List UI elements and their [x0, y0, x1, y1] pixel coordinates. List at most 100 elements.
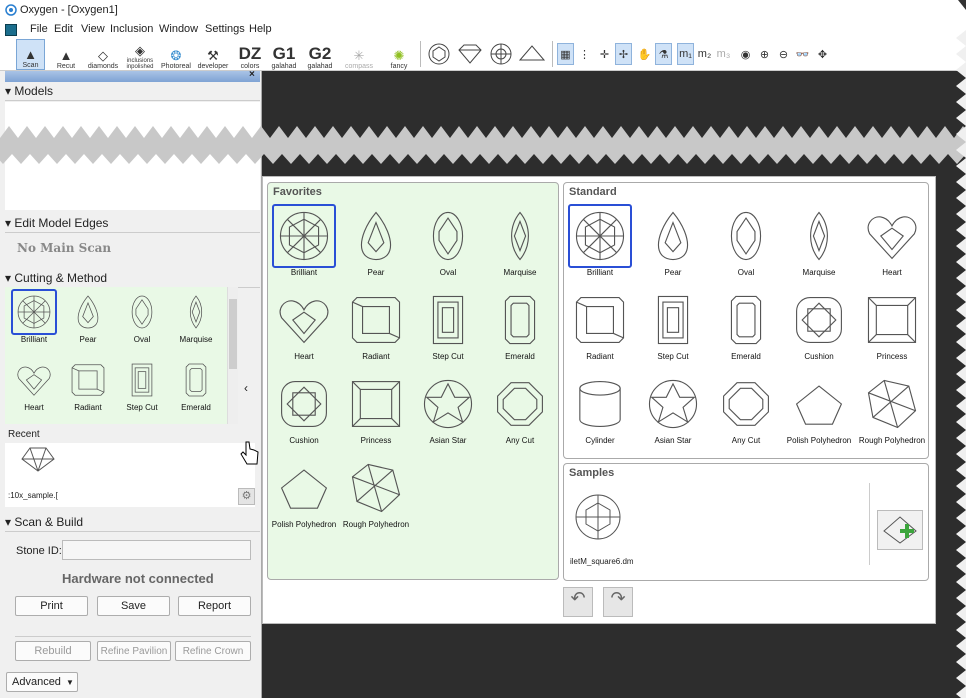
refine-crown-button[interactable]: Refine Crown: [175, 641, 251, 661]
standard-any-cut[interactable]: Any Cut: [711, 372, 781, 446]
cutting-method-header[interactable]: ▾ Cutting & Method: [5, 271, 260, 288]
measure-icon[interactable]: ⚗: [655, 43, 672, 65]
print-button[interactable]: Print: [15, 596, 88, 616]
standard-cushion[interactable]: Cushion: [784, 288, 854, 362]
menu-inclusion[interactable]: Inclusion: [110, 23, 153, 35]
rebuild-button[interactable]: Rebuild: [15, 641, 91, 661]
favorite-radiant[interactable]: Radiant: [341, 288, 411, 362]
report-button[interactable]: Report: [178, 596, 251, 616]
refine-pavilion-button[interactable]: Refine Pavilion: [97, 641, 171, 661]
recent-file-label[interactable]: :10x_sample.[: [8, 491, 58, 500]
cutting-item-heart[interactable]: Heart: [6, 357, 62, 413]
edit-model-edges-header[interactable]: ▾ Edit Model Edges: [5, 216, 260, 233]
gem-thumbnail: [860, 204, 924, 268]
favorite-heart[interactable]: Heart: [269, 288, 339, 362]
galahad-g2-button[interactable]: G2 galahad: [306, 39, 334, 71]
grid-icon[interactable]: ▦: [557, 43, 574, 65]
inclusions-button[interactable]: ◈ inclusions inpolished: [122, 39, 158, 70]
compass-button[interactable]: ✳ compass: [342, 39, 376, 70]
favorite-oval[interactable]: Oval: [413, 204, 483, 278]
m2-icon[interactable]: m₂: [696, 43, 713, 65]
standard-brilliant[interactable]: Brilliant: [565, 204, 635, 278]
scan-build-header[interactable]: ▾ Scan & Build: [5, 515, 260, 532]
view-icon[interactable]: ◉: [737, 43, 754, 65]
zoom-out-icon[interactable]: ⊖: [775, 43, 792, 65]
favorite-step-cut[interactable]: Step Cut: [413, 288, 483, 362]
recut-button[interactable]: ▲ Recut: [52, 39, 80, 70]
m3-icon[interactable]: m₃: [715, 43, 732, 65]
advanced-dropdown[interactable]: Advanced ▼: [6, 672, 78, 692]
standard-heart[interactable]: Heart: [857, 204, 927, 278]
standard-asian-star[interactable]: Asian Star: [638, 372, 708, 446]
save-button[interactable]: Save: [97, 596, 170, 616]
favorite-any-cut[interactable]: Any Cut: [485, 372, 555, 446]
menu-help[interactable]: Help: [249, 23, 272, 35]
move-icon[interactable]: ✛: [596, 43, 613, 65]
favorite-cushion[interactable]: Cushion: [269, 372, 339, 446]
favorite-rough-polyhedron[interactable]: Rough Polyhedron: [341, 456, 411, 530]
standard-princess[interactable]: Princess: [857, 288, 927, 362]
fancy-button[interactable]: ✺ fancy: [384, 39, 414, 70]
cutting-item-marquise[interactable]: Marquise: [168, 289, 224, 345]
gear-icon[interactable]: ⚙: [238, 488, 255, 505]
standard-marquise[interactable]: Marquise: [784, 204, 854, 278]
standard-polish-polyhedron[interactable]: Polish Polyhedron: [784, 372, 854, 446]
photoreal-button[interactable]: ❂ Photoreal: [160, 39, 192, 70]
gem-label: Oval: [133, 335, 151, 344]
models-header[interactable]: ▾ Models: [5, 84, 260, 101]
galahad-g1-button[interactable]: G1 galahad: [270, 39, 298, 71]
sample-file-label[interactable]: iletM_square6.dm: [570, 557, 634, 566]
undo-button[interactable]: ↶: [563, 587, 593, 617]
cutting-item-brilliant[interactable]: Brilliant: [6, 289, 62, 345]
rotate-icon[interactable]: ✢: [615, 43, 632, 65]
glasses-icon[interactable]: 👓: [794, 43, 811, 65]
pavilion-icon[interactable]: [518, 42, 546, 66]
table-view-icon[interactable]: [488, 42, 514, 66]
system-menu-icon[interactable]: [5, 24, 17, 36]
round-gem-icon[interactable]: [426, 42, 452, 66]
standard-cylinder[interactable]: Cylinder: [565, 372, 635, 446]
favorite-asian-star[interactable]: Asian Star: [413, 372, 483, 446]
favorite-emerald[interactable]: Emerald: [485, 288, 555, 362]
favorite-polish-polyhedron[interactable]: Polish Polyhedron: [269, 456, 339, 530]
vertical-dots-icon[interactable]: ⋮: [576, 43, 593, 65]
menu-edit[interactable]: Edit: [54, 23, 73, 35]
standard-step-cut[interactable]: Step Cut: [638, 288, 708, 362]
collapse-arrow-icon[interactable]: ‹: [244, 381, 248, 395]
menu-view[interactable]: View: [81, 23, 105, 35]
standard-emerald[interactable]: Emerald: [711, 288, 781, 362]
cutting-item-radiant[interactable]: Radiant: [60, 357, 116, 413]
standard-radiant[interactable]: Radiant: [565, 288, 635, 362]
scan-button[interactable]: ▲ Scan: [16, 39, 45, 70]
m1-icon[interactable]: m₁: [677, 43, 694, 65]
cutting-item-emerald[interactable]: Emerald: [168, 357, 224, 413]
menu-window[interactable]: Window: [159, 23, 198, 35]
crown-icon[interactable]: [456, 42, 484, 66]
fit-icon[interactable]: ✥: [814, 43, 831, 65]
standard-oval[interactable]: Oval: [711, 204, 781, 278]
scrollbar-thumb[interactable]: [229, 299, 237, 369]
developer-button[interactable]: ⚒ developer: [196, 39, 230, 70]
cutting-item-pear[interactable]: Pear: [60, 289, 116, 345]
menu-settings[interactable]: Settings: [205, 23, 245, 35]
close-panel-icon[interactable]: ×: [249, 69, 255, 80]
favorite-pear[interactable]: Pear: [341, 204, 411, 278]
sample-gem-icon[interactable]: [573, 493, 623, 541]
cutting-item-step-cut[interactable]: Step Cut: [114, 357, 170, 413]
favorite-princess[interactable]: Princess: [341, 372, 411, 446]
favorite-marquise[interactable]: Marquise: [485, 204, 555, 278]
cutting-item-oval[interactable]: Oval: [114, 289, 170, 345]
standard-pear[interactable]: Pear: [638, 204, 708, 278]
cutting-scrollbar[interactable]: [227, 287, 238, 424]
standard-rough-polyhedron[interactable]: Rough Polyhedron: [857, 372, 927, 446]
menu-file[interactable]: File: [30, 23, 48, 35]
zoom-in-icon[interactable]: ⊕: [756, 43, 773, 65]
stone-id-input[interactable]: [62, 540, 251, 560]
favorite-brilliant[interactable]: Brilliant: [269, 204, 339, 278]
recent-gem-icon[interactable]: [20, 445, 56, 473]
colors-button[interactable]: DZ colors: [236, 39, 264, 71]
pan-hand-icon[interactable]: ✋: [636, 43, 653, 65]
redo-button[interactable]: ↷: [603, 587, 633, 617]
diamonds-button[interactable]: ◇ diamonds: [86, 39, 120, 70]
add-sample-button[interactable]: [877, 510, 923, 550]
